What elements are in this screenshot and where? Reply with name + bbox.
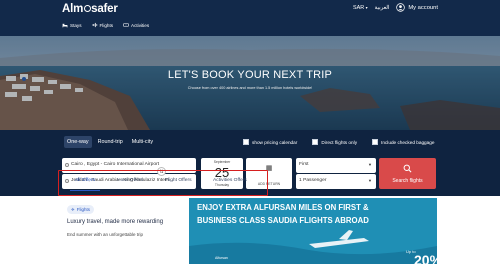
logo-ring bbox=[83, 5, 91, 12]
hero-banner: LET'S BOOK YOUR NEXT TRIP Choose from ov… bbox=[0, 36, 500, 130]
offer-subtitle: End summer with an unforgettable trip bbox=[67, 232, 144, 237]
nav-stays[interactable]: Stays bbox=[62, 22, 82, 28]
my-account-label: My account bbox=[408, 4, 438, 11]
banner-headline-2: BUSINESS CLASS SAUDIA FLIGHTS ABROAD bbox=[197, 216, 369, 225]
header-right: SAR ▾ العربية My account bbox=[353, 3, 438, 12]
banner-headline-1: ENJOY EXTRA ALFURSAN MILES ON FIRST & bbox=[197, 203, 369, 212]
date-month: September bbox=[213, 160, 231, 164]
promo-banner[interactable]: ENJOY EXTRA ALFURSAN MILES ON FIRST & BU… bbox=[189, 198, 437, 264]
trip-type-tabs: One-way Round-trip Multi-city bbox=[64, 136, 156, 148]
tab-one-way[interactable]: One-way bbox=[64, 136, 92, 148]
pricing-calendar-checkbox[interactable]: show pricing calendar bbox=[243, 139, 297, 145]
chevron-down-icon: ▾ bbox=[365, 4, 368, 10]
search-flights-button[interactable]: Search flights bbox=[379, 158, 436, 189]
tab-multi-city[interactable]: Multi-city bbox=[129, 136, 156, 148]
search-options: show pricing calendar Direct flights onl… bbox=[243, 139, 434, 145]
cabin-class-select[interactable]: First ▼ bbox=[296, 158, 376, 173]
highlight-box bbox=[58, 170, 268, 196]
flights-badge: ✈ Flights bbox=[67, 205, 95, 214]
cabin-class-value: First bbox=[299, 162, 309, 167]
location-pin-icon bbox=[65, 163, 69, 167]
hero-title: LET'S BOOK YOUR NEXT TRIP bbox=[167, 69, 333, 81]
almosafer-logo[interactable]: Alm safer bbox=[62, 3, 118, 15]
saudia-logo: Saudia bbox=[8, 256, 19, 260]
main-nav: Stays Flights Activities bbox=[62, 22, 149, 28]
plane-icon bbox=[92, 22, 97, 28]
top-navigation: Alm safer Stays Flights Activities SAR ▾ … bbox=[0, 0, 500, 36]
chevron-down-icon: ▼ bbox=[368, 178, 372, 183]
bed-icon bbox=[62, 23, 68, 28]
ticket-icon bbox=[123, 23, 129, 27]
chevron-down-icon: ▼ bbox=[368, 162, 372, 167]
alfursan-logo: Alfursan bbox=[215, 256, 228, 260]
nav-activities-label: Activities bbox=[131, 22, 150, 28]
search-icon bbox=[403, 164, 412, 173]
nav-stays-label: Stays bbox=[70, 22, 82, 28]
nav-flights-label: Flights bbox=[99, 22, 114, 28]
passengers-select[interactable]: 1 Passenger ▼ bbox=[296, 174, 376, 189]
language-selector[interactable]: العربية bbox=[375, 5, 390, 11]
direct-flights-checkbox[interactable]: Direct flights only bbox=[312, 139, 357, 145]
banner-percentage: 20% bbox=[414, 252, 443, 264]
checkbox-box bbox=[243, 139, 249, 145]
currency-selector[interactable]: SAR ▾ bbox=[353, 5, 368, 11]
nav-activities[interactable]: Activities bbox=[123, 22, 149, 28]
user-icon bbox=[396, 3, 406, 12]
offer-title[interactable]: Luxury travel, made more rewarding bbox=[67, 219, 163, 225]
checkbox-box bbox=[312, 139, 319, 145]
my-account-button[interactable]: My account bbox=[396, 3, 438, 12]
hero-subtitle: Choose from over 400 airlines and more t… bbox=[187, 86, 313, 90]
plane-icon: ✈ bbox=[71, 206, 75, 212]
hero-background-image bbox=[0, 36, 500, 130]
origin-value: Cairo , Egypt - Cairo International Airp… bbox=[71, 162, 160, 167]
checked-baggage-checkbox[interactable]: Include checked baggage bbox=[372, 139, 434, 145]
search-flights-label: Search flights bbox=[392, 178, 423, 184]
nav-flights[interactable]: Flights bbox=[92, 22, 114, 28]
checkbox-box bbox=[372, 139, 379, 145]
passengers-value: 1 Passenger bbox=[299, 178, 327, 183]
tab-round-trip[interactable]: Round-trip bbox=[95, 136, 126, 148]
